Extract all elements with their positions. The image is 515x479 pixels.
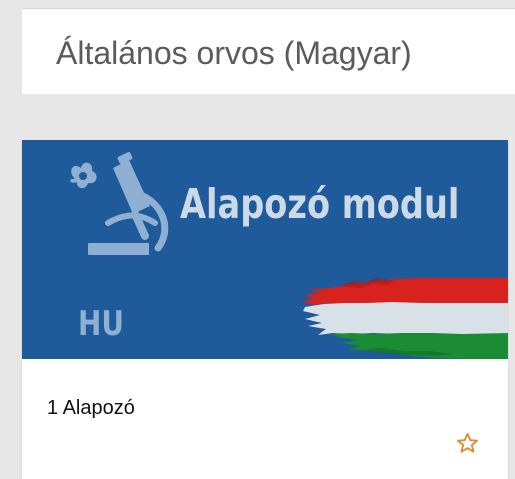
favorite-button[interactable] — [452, 428, 482, 458]
course-card[interactable]: Alapozó modul HU 1 Alapozó — [22, 140, 508, 479]
course-banner[interactable]: Alapozó modul HU — [22, 140, 508, 359]
banner-title: Alapozó modul — [180, 180, 460, 228]
page-title: Általános orvos (Magyar) — [56, 35, 412, 71]
hungarian-flag-icon — [301, 278, 508, 359]
page-header: Általános orvos (Magyar) — [22, 8, 515, 94]
course-title[interactable]: 1 Alapozó — [47, 397, 135, 420]
banner-language-code: HU — [78, 304, 124, 344]
microscope-icon — [70, 152, 169, 255]
star-outline-icon — [456, 432, 478, 453]
